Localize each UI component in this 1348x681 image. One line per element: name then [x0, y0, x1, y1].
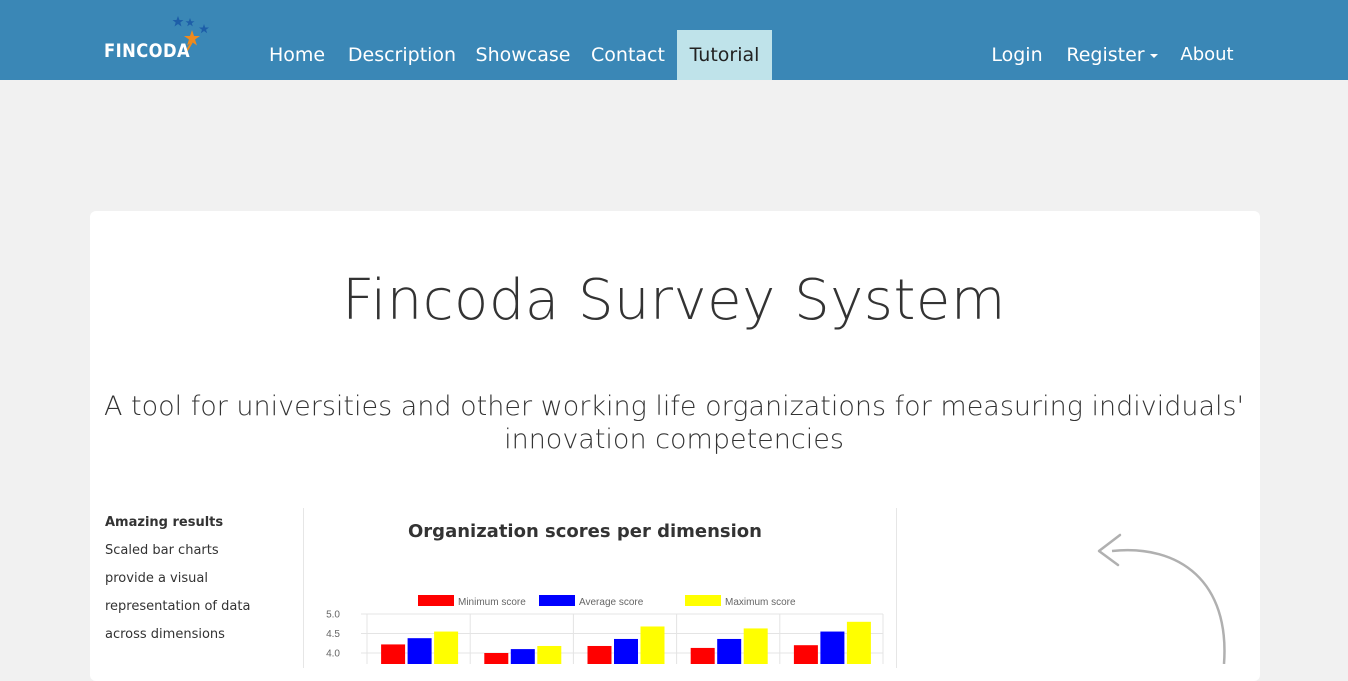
nav-tutorial[interactable]: Tutorial: [677, 30, 772, 80]
login-link[interactable]: Login: [982, 30, 1052, 80]
bar: [640, 626, 665, 664]
feature-line: representation of data: [105, 599, 251, 614]
legend-swatch: [685, 595, 721, 606]
nav-contact[interactable]: Contact: [582, 30, 674, 80]
bar: [434, 631, 459, 664]
bar: [510, 649, 535, 664]
bar: [537, 645, 562, 664]
y-tick-label: 4.5: [326, 629, 340, 640]
register-dropdown[interactable]: Register: [1059, 30, 1165, 80]
y-tick-label: 5.0: [326, 610, 340, 621]
bar: [846, 621, 871, 664]
caret-down-icon: [1149, 53, 1158, 58]
bar: [614, 638, 638, 664]
bar: [381, 644, 406, 664]
register-label: Register: [1066, 44, 1145, 66]
bar: [484, 653, 509, 664]
scores-chart: Organization scores per dimension Minimu…: [326, 521, 884, 664]
bar: [717, 638, 742, 664]
feature-heading: Amazing results: [105, 515, 224, 530]
legend-label: Maximum score: [725, 597, 796, 608]
chart-legend: Minimum score Average score Maximum score: [418, 595, 796, 608]
chart-bars: [381, 621, 871, 664]
bar: [587, 645, 612, 664]
nav-home[interactable]: Home: [257, 30, 337, 80]
chart-title: Organization scores per dimension: [408, 521, 762, 542]
bar: [407, 638, 432, 664]
bar: [820, 631, 845, 664]
about-link[interactable]: About: [1172, 30, 1242, 80]
divider: [896, 508, 897, 668]
feature-panel: Amazing results Scaled bar charts provid…: [105, 515, 295, 649]
brand-name: FINCODA: [104, 40, 191, 62]
divider: [303, 508, 304, 668]
page-title: Fincoda Survey System: [342, 268, 1006, 333]
feature-line: across dimensions: [105, 627, 225, 642]
bar: [690, 647, 715, 664]
brand-logo[interactable]: FINCODA: [104, 14, 216, 70]
nav-description[interactable]: Description: [340, 30, 464, 80]
bar: [793, 645, 818, 664]
feature-line: provide a visual: [105, 571, 208, 586]
legend-swatch: [539, 595, 575, 606]
y-tick-label: 4.0: [326, 649, 340, 660]
curved-arrow-icon: [1097, 533, 1226, 664]
top-navbar: FINCODA Home Description Showcase Contac…: [0, 0, 1348, 80]
feature-line: Scaled bar charts: [105, 543, 219, 558]
legend-label: Average score: [579, 597, 644, 608]
page-subtitle: A tool for universities and other workin…: [103, 391, 1245, 455]
bar: [743, 628, 768, 664]
legend-label: Minimum score: [458, 597, 526, 608]
nav-showcase[interactable]: Showcase: [468, 30, 578, 80]
legend-swatch: [418, 595, 454, 606]
